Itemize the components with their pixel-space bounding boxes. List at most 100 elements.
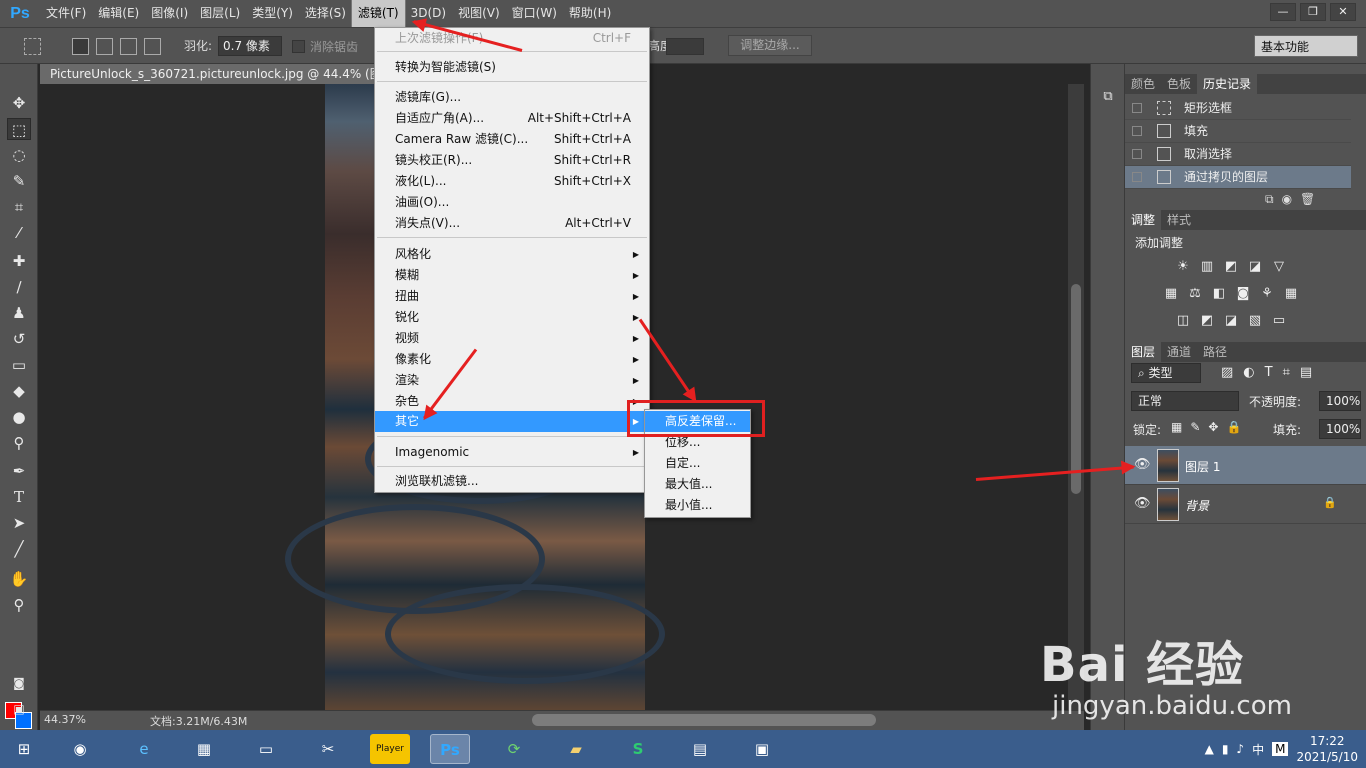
snapshot-check-icon[interactable] <box>1132 126 1142 136</box>
menu-item-oil-paint[interactable]: 油画(O)... <box>375 192 649 213</box>
history-item[interactable]: 取消选择 <box>1125 143 1351 166</box>
history-footer-icons[interactable]: ⧉◉🗑 <box>1265 192 1323 207</box>
selective-color-icon[interactable]: ▧ <box>1247 314 1263 328</box>
antialias-checkbox[interactable]: 消除锯齿 <box>292 38 358 55</box>
ie-icon[interactable]: e <box>124 734 164 764</box>
document-tab[interactable]: PictureUnlock_s_360721.pictureunlock.jpg… <box>40 64 376 84</box>
eraser-tool-icon[interactable]: ▭ <box>7 354 31 376</box>
menu-item-imagenomic[interactable]: Imagenomic ▶ <box>375 442 649 463</box>
history-item[interactable]: 填充 <box>1125 120 1351 143</box>
tab-swatches[interactable]: 色板 <box>1161 74 1197 94</box>
tray-expand-icon[interactable]: ▲ <box>1205 742 1214 756</box>
submenu-maximum[interactable]: 最大值... <box>645 474 750 495</box>
threshold-icon[interactable]: ◪ <box>1223 314 1239 328</box>
clock[interactable]: 17:22 2021/5/10 <box>1296 733 1358 765</box>
subtract-selection-icon[interactable] <box>120 38 137 55</box>
lasso-tool-icon[interactable]: ◌ <box>7 144 31 166</box>
tab-adjustments[interactable]: 调整 <box>1125 210 1162 230</box>
menu-item-pixelate[interactable]: 像素化 ▶ <box>375 349 649 370</box>
zoom-level[interactable]: 44.37% <box>44 713 86 726</box>
windows-start-icon[interactable]: ⊞ <box>4 734 44 764</box>
antialias-check-icon[interactable] <box>292 40 305 53</box>
layer-filter-icons[interactable]: ▨◐T⌗▤ <box>1221 365 1322 380</box>
snapshot-check-icon[interactable] <box>1132 172 1142 182</box>
hue-saturation-icon[interactable]: ▦ <box>1163 287 1179 301</box>
blur-tool-icon[interactable]: ● <box>7 406 31 428</box>
curves-icon[interactable]: ◩ <box>1223 260 1239 274</box>
history-item-selected[interactable]: 通过拷贝的图层 <box>1125 166 1351 189</box>
tab-history[interactable]: 历史记录 <box>1197 74 1258 94</box>
workspace-select[interactable]: 基本功能 <box>1254 35 1358 57</box>
eye-icon[interactable]: 👁 <box>1134 496 1151 511</box>
menu-item-sharpen[interactable]: 锐化 ▶ <box>375 307 649 328</box>
menu-item-camera-raw[interactable]: Camera Raw 滤镜(C)... Shift+Ctrl+A <box>375 129 649 150</box>
color-lookup-icon[interactable]: ▦ <box>1283 287 1299 301</box>
posterize-icon[interactable]: ◩ <box>1199 314 1215 328</box>
channel-mixer-icon[interactable]: ⚘ <box>1259 287 1275 301</box>
submenu-minimum[interactable]: 最小值... <box>645 495 750 516</box>
layer-filter-kind[interactable]: ⌕ 类型 <box>1131 363 1201 383</box>
menu-type[interactable]: 类型(Y) <box>246 0 299 27</box>
horizontal-scroll-thumb[interactable] <box>532 714 876 726</box>
screen-mode-icon[interactable]: ▣ <box>7 698 31 720</box>
media-icon[interactable]: ◉ <box>60 734 100 764</box>
menu-item-lens-correction[interactable]: 镜头校正(R)... Shift+Ctrl+R <box>375 150 649 171</box>
fill-input[interactable]: 100% <box>1319 419 1361 439</box>
submenu-custom[interactable]: 自定... <box>645 453 750 474</box>
marquee-preset-icon[interactable] <box>24 38 41 55</box>
sheet-icon[interactable]: S <box>618 734 658 764</box>
tab-channels[interactable]: 通道 <box>1161 342 1197 362</box>
folder-icon[interactable]: ▰ <box>556 734 596 764</box>
menu-item-stylize[interactable]: 风格化 ▶ <box>375 244 649 265</box>
lock-icons[interactable]: ▦✎✥🔒 <box>1171 420 1249 434</box>
brush-tool-icon[interactable]: ∕ <box>7 276 31 298</box>
invert-icon[interactable]: ◫ <box>1175 314 1191 328</box>
healing-brush-tool-icon[interactable]: ✚ <box>7 250 31 272</box>
ime-mode[interactable]: M <box>1272 742 1289 756</box>
history-brush-tool-icon[interactable]: ↺ <box>7 328 31 350</box>
history-panel-icon[interactable]: ⧉ <box>1096 86 1120 108</box>
quick-mask-icon[interactable]: ◙ <box>7 672 31 694</box>
menu-item-other[interactable]: 其它 ▶ <box>375 411 649 432</box>
clone-stamp-tool-icon[interactable]: ♟ <box>7 302 31 324</box>
scroll-thumb[interactable] <box>1071 284 1081 494</box>
menu-image[interactable]: 图像(I) <box>145 0 194 27</box>
menu-item-video[interactable]: 视频 ▶ <box>375 328 649 349</box>
zoom-tool-icon[interactable]: ⚲ <box>7 594 31 616</box>
feather-input[interactable]: 0.7 像素 <box>218 36 282 56</box>
dodge-tool-icon[interactable]: ⚲ <box>7 432 31 454</box>
menu-view[interactable]: 视图(V) <box>452 0 506 27</box>
tab-color[interactable]: 颜色 <box>1125 74 1161 94</box>
crop-tool-icon[interactable]: ⌗ <box>7 196 31 218</box>
menu-window[interactable]: 窗口(W) <box>506 0 563 27</box>
menu-item-filter-gallery[interactable]: 滤镜库(G)... <box>375 87 649 108</box>
black-white-icon[interactable]: ◧ <box>1211 287 1227 301</box>
layer-row-selected[interactable]: 👁 图层 1 <box>1125 446 1366 485</box>
monitor-icon[interactable]: ▭ <box>246 734 286 764</box>
menu-filter[interactable]: 滤镜(T) <box>350 0 406 28</box>
snapshot-check-icon[interactable] <box>1132 149 1142 159</box>
menu-item-browse-online[interactable]: 浏览联机滤镜... <box>375 471 649 492</box>
brightness-icon[interactable]: ☀ <box>1175 260 1191 274</box>
levels-icon[interactable]: ▥ <box>1199 260 1215 274</box>
menu-item-noise[interactable]: 杂色 ▶ <box>375 391 649 412</box>
photoshop-icon[interactable]: Ps <box>430 734 470 764</box>
vertical-scrollbar[interactable] <box>1068 84 1084 710</box>
gradient-map-icon[interactable]: ▭ <box>1271 314 1287 328</box>
vibrance-icon[interactable]: ▽ <box>1271 260 1287 274</box>
menu-item-render[interactable]: 渲染 ▶ <box>375 370 649 391</box>
menu-file[interactable]: 文件(F) <box>40 0 92 27</box>
layer-row[interactable]: 👁 背景 🔒 <box>1125 485 1366 524</box>
menu-select[interactable]: 选择(S) <box>299 0 352 27</box>
blend-mode-select[interactable]: 正常 <box>1131 391 1239 411</box>
menu-layer[interactable]: 图层(L) <box>194 0 246 27</box>
menu-item-liquify[interactable]: 液化(L)... Shift+Ctrl+X <box>375 171 649 192</box>
image-viewer-icon[interactable]: ▣ <box>742 734 782 764</box>
notes-icon[interactable]: ▤ <box>680 734 720 764</box>
tab-paths[interactable]: 路径 <box>1197 342 1233 362</box>
tab-styles[interactable]: 样式 <box>1161 210 1197 230</box>
player-icon[interactable]: Player <box>370 734 410 764</box>
network-icon[interactable]: ▮ <box>1222 742 1229 756</box>
refresh-icon[interactable]: ⟳ <box>494 734 534 764</box>
new-selection-icon[interactable] <box>72 38 89 55</box>
